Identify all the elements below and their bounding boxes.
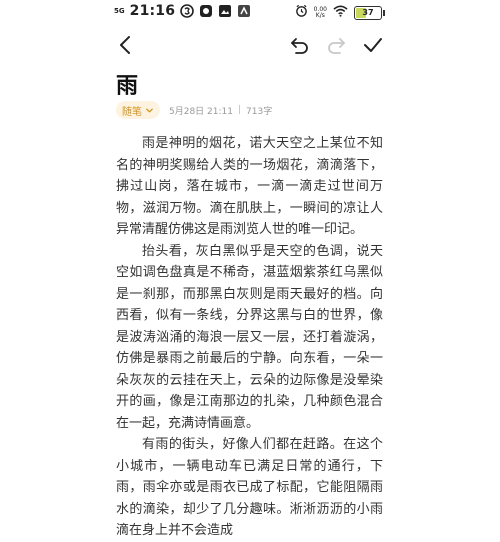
net-speed: 0.00 K/s xyxy=(313,5,327,19)
check-icon xyxy=(364,38,382,52)
undo-icon xyxy=(291,38,308,54)
back-button[interactable] xyxy=(113,32,139,58)
soul-app-icon xyxy=(180,4,195,18)
status-bar: 5G 21:16 0.00 K/s 37 xyxy=(0,0,500,24)
note-date: 5月28日 21:11 xyxy=(169,106,233,117)
battery-icon: 37 xyxy=(354,5,385,20)
chevron-left-icon xyxy=(120,36,130,54)
status-bar-left: 5G 21:16 xyxy=(114,3,251,19)
status-bar-right: 0.00 K/s 37 xyxy=(295,4,385,21)
app-icon xyxy=(199,4,213,18)
note-title[interactable]: 雨 xyxy=(116,68,139,100)
kuaishou-icon xyxy=(237,4,251,18)
note-body[interactable]: 雨是神明的烟花，诺大天空之上某位不知名的神明奖赐给人类的一场烟花，滴滴落下，拂过… xyxy=(116,133,383,542)
wifi-icon xyxy=(333,5,348,21)
category-selector[interactable]: 随笔 xyxy=(116,101,160,119)
signal-icon: 5G xyxy=(114,6,125,15)
done-button[interactable] xyxy=(360,32,386,58)
battery-level: 37 xyxy=(362,7,374,17)
chevron-down-icon xyxy=(146,108,153,112)
clock: 21:16 xyxy=(129,3,176,19)
gallery-icon xyxy=(218,4,232,18)
paragraph: 有雨的街头，好像人们都在赶路。在这个小城市，一辆电动车已满足日常的通行，下雨，雨… xyxy=(116,437,383,538)
word-count: 713字 xyxy=(246,106,273,117)
meta-separator: | xyxy=(237,105,242,115)
redo-icon xyxy=(328,38,345,54)
category-label: 随笔 xyxy=(122,106,142,118)
alarm-icon xyxy=(295,4,308,21)
undo-button[interactable] xyxy=(287,32,313,58)
paragraph: 雨是神明的烟花，诺大天空之上某位不知名的神明奖赐给人类的一场烟花，滴滴落下，拂过… xyxy=(116,136,383,237)
editor-toolbar xyxy=(0,26,500,62)
redo-button[interactable] xyxy=(323,32,349,58)
note-meta: 随笔 5月28日 21:11 | 713字 xyxy=(116,101,272,119)
paragraph: 抬头看，灰白黑似乎是天空的色调，说天空如调色盘真是不稀奇，湛蓝烟紫茶红乌黑似是一… xyxy=(116,243,383,431)
